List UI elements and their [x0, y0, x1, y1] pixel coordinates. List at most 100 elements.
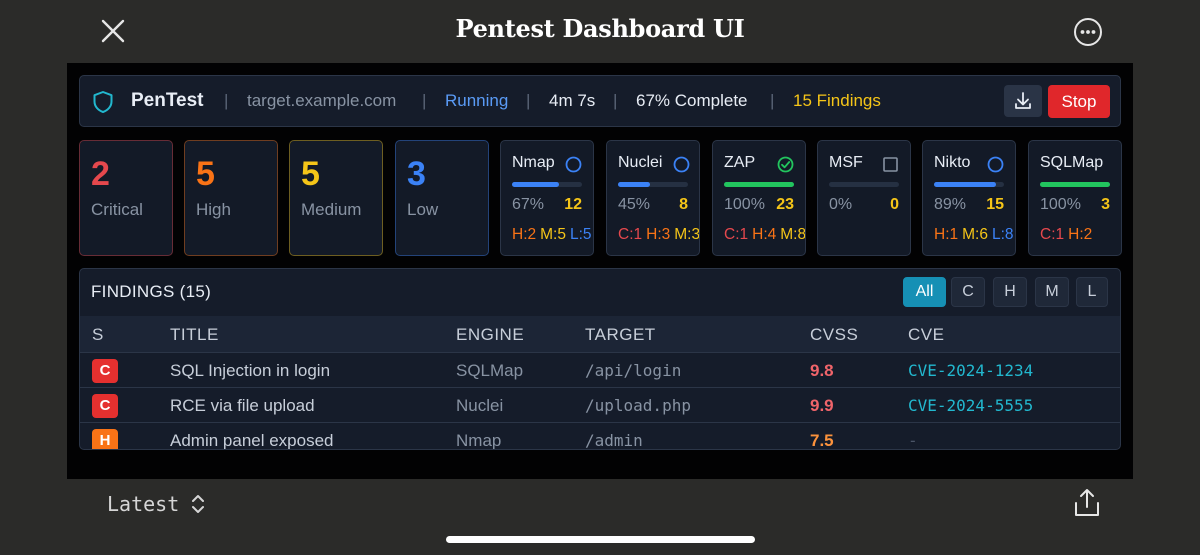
severity-badge: C — [92, 359, 118, 383]
engine-severity-breakdown: C:1 H:2 — [1040, 226, 1092, 244]
filter-button-h[interactable]: H — [993, 277, 1027, 307]
severity-badge: H — [92, 429, 118, 449]
version-selector[interactable]: Latest — [107, 492, 179, 516]
filter-button-c[interactable]: C — [951, 277, 985, 307]
finding-cvss: 7.5 — [810, 431, 834, 450]
engine-card-msf: MSF 0% 0 — [817, 140, 911, 256]
progress-text: 67% Complete — [636, 91, 748, 110]
shield-icon — [93, 91, 113, 113]
finding-target: /api/login — [585, 361, 682, 380]
download-button[interactable] — [1004, 85, 1042, 117]
finding-cve[interactable]: CVE-2024-5555 — [908, 396, 1033, 415]
finding-engine: Nuclei — [456, 396, 504, 415]
severity-card-critical: 2 Critical — [79, 140, 173, 256]
finding-target: /upload.php — [585, 396, 691, 415]
share-button[interactable] — [1072, 487, 1102, 519]
table-row[interactable]: C RCE via file upload Nuclei/upload.php 9.9… — [80, 387, 1120, 422]
breakdown-item: M:5 — [540, 226, 566, 243]
scan-header: PenTest | target.example.com | Running |… — [79, 75, 1121, 127]
table-row[interactable]: H Admin panel exposed Nmap/admin 7.5 - — [80, 422, 1120, 450]
breakdown-item: L:8 — [991, 226, 1014, 243]
engine-name: Nmap — [512, 154, 555, 171]
engine-name: Nikto — [934, 154, 971, 171]
engine-card-nikto: Nikto 89% 15 H:1 M:6 L:8 — [922, 140, 1016, 256]
engine-findings-count: 3 — [1101, 196, 1110, 213]
findings-title: FINDINGS (15) — [91, 282, 212, 301]
finding-cvss: 9.9 — [810, 396, 834, 415]
breakdown-item: H:2 — [512, 226, 537, 243]
engine-percent: 67% — [512, 196, 545, 213]
engine-percent: 100% — [724, 196, 765, 213]
engine-progress-fill — [1040, 182, 1110, 187]
filter-button-m[interactable]: M — [1035, 277, 1069, 307]
findings-count: 15 Findings — [793, 91, 881, 110]
engine-progress-fill — [934, 182, 997, 187]
engine-progress-bar — [618, 182, 688, 187]
finding-cve[interactable]: CVE-2024-1234 — [908, 361, 1033, 380]
breakdown-item: L:5 — [569, 226, 592, 243]
engine-name: SQLMap — [1040, 154, 1104, 171]
more-options-button[interactable] — [1073, 17, 1103, 47]
circle-icon — [673, 156, 690, 173]
filter-button-all[interactable]: All — [903, 277, 946, 307]
engine-findings-count: 12 — [564, 196, 582, 213]
finding-engine: SQLMap — [456, 361, 524, 380]
finding-title: RCE via file upload — [170, 396, 315, 415]
separator: | — [526, 91, 531, 110]
severity-card-medium: 5 Medium — [289, 140, 383, 256]
top-bar: Pentest Dashboard UI — [0, 0, 1200, 63]
finding-cvss: 9.8 — [810, 361, 834, 380]
engine-severity-breakdown: C:1 H:4 M:8 — [724, 226, 805, 244]
separator: | — [224, 91, 229, 110]
breakdown-item: H:1 — [934, 226, 959, 243]
breakdown-item: C:1 — [1040, 226, 1065, 243]
separator: | — [422, 91, 427, 110]
table-row[interactable]: C SQL Injection in login SQLMap/api/login 9… — [80, 352, 1120, 387]
engine-card-nuclei: Nuclei 45% 8 C:1 H:3 M:3 — [606, 140, 700, 256]
target-host: target.example.com — [247, 91, 397, 110]
finding-cve: - — [908, 431, 918, 450]
engine-progress-fill — [618, 182, 650, 187]
severity-count: 3 — [407, 155, 426, 193]
severity-label: Critical — [91, 200, 143, 219]
engine-severity-breakdown: H:2 M:5 L:5 — [512, 226, 592, 244]
engine-name: Nuclei — [618, 154, 663, 171]
square-icon — [883, 157, 898, 172]
column-header-title: TITLE — [170, 325, 219, 344]
dashboard-canvas: PenTest | target.example.com | Running |… — [67, 63, 1133, 479]
findings-panel: FINDINGS (15) All C H M L S TITLE ENGINE TAR… — [79, 268, 1121, 450]
engine-findings-count: 15 — [986, 196, 1004, 213]
severity-badge: C — [92, 394, 118, 418]
severity-label: High — [196, 200, 231, 219]
engine-findings-count: 0 — [890, 196, 899, 213]
finding-title: SQL Injection in login — [170, 361, 331, 380]
breakdown-item: M:3 — [674, 226, 700, 243]
engine-percent: 100% — [1040, 196, 1081, 213]
share-icon — [1075, 489, 1099, 516]
severity-label: Medium — [301, 200, 362, 219]
filter-button-l[interactable]: L — [1076, 277, 1108, 307]
engine-card-zap: ZAP 100% 23 C:1 H:4 M:8 — [712, 140, 806, 256]
engine-name: ZAP — [724, 154, 756, 171]
stop-button[interactable]: Stop — [1048, 85, 1110, 118]
engine-percent: 45% — [618, 196, 651, 213]
engine-progress-bar — [1040, 182, 1110, 187]
column-header-cve: CVE — [908, 325, 945, 344]
engine-progress-fill — [724, 182, 794, 187]
engine-progress-bar — [512, 182, 582, 187]
column-header-engine: ENGINE — [456, 325, 525, 344]
separator: | — [770, 91, 775, 110]
engine-progress-bar — [934, 182, 1004, 187]
engine-severity-breakdown: C:1 H:3 M:3 — [618, 226, 700, 244]
severity-count: 5 — [196, 155, 215, 193]
separator: | — [613, 91, 618, 110]
engine-progress-bar — [829, 182, 899, 187]
engine-card-nmap: Nmap 67% 12 H:2 M:5 L:5 — [500, 140, 594, 256]
engine-progress-bar — [724, 182, 794, 187]
severity-card-low: 3 Low — [395, 140, 489, 256]
finding-engine: Nmap — [456, 431, 502, 450]
breakdown-item: H:2 — [1068, 226, 1093, 243]
chevron-up-down-icon[interactable] — [189, 491, 207, 517]
breakdown-item: C:1 — [724, 226, 749, 243]
check-circle-icon — [777, 156, 794, 173]
